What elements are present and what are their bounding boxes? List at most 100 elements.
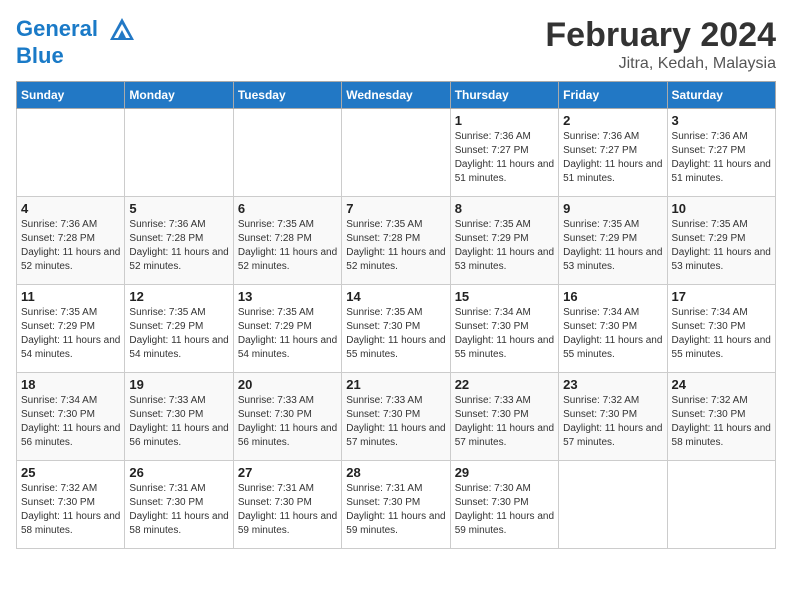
day-info: Sunrise: 7:32 AMSunset: 7:30 PMDaylight:… [672,394,771,450]
logo: General Blue [16,16,136,68]
day-info: Sunrise: 7:34 AMSunset: 7:30 PMDaylight:… [563,306,662,362]
logo-text: General [16,16,136,44]
day-info: Sunrise: 7:35 AMSunset: 7:29 PMDaylight:… [238,306,337,362]
day-info: Sunrise: 7:34 AMSunset: 7:30 PMDaylight:… [21,394,120,450]
day-number: 9 [563,201,662,216]
day-cell [125,109,233,197]
day-info: Sunrise: 7:33 AMSunset: 7:30 PMDaylight:… [455,394,554,450]
day-cell: 28 Sunrise: 7:31 AMSunset: 7:30 PMDayligh… [342,461,450,549]
day-cell: 17 Sunrise: 7:34 AMSunset: 7:30 PMDayligh… [667,285,775,373]
calendar-table: SundayMondayTuesdayWednesdayThursdayFrid… [16,81,776,549]
day-number: 28 [346,465,445,480]
day-number: 11 [21,289,120,304]
weekday-header-monday: Monday [125,82,233,109]
day-number: 12 [129,289,228,304]
day-info: Sunrise: 7:35 AMSunset: 7:29 PMDaylight:… [129,306,228,362]
day-number: 20 [238,377,337,392]
day-cell: 20Sunrise: 7:33 AMSunset: 7:30 PMDayligh… [233,373,341,461]
day-number: 7 [346,201,445,216]
day-cell: 21 Sunrise: 7:33 AMSunset: 7:30 PMDayligh… [342,373,450,461]
day-cell [17,109,125,197]
day-number: 18 [21,377,120,392]
day-info: Sunrise: 7:35 AMSunset: 7:29 PMDaylight:… [672,218,771,274]
day-number: 21 [346,377,445,392]
day-number: 17 [672,289,771,304]
day-info: Sunrise: 7:34 AMSunset: 7:30 PMDaylight:… [455,306,554,362]
week-row-2: 4 Sunrise: 7:36 AMSunset: 7:28 PMDaylight… [17,197,776,285]
day-info: Sunrise: 7:31 AMSunset: 7:30 PMDaylight:… [129,482,228,538]
day-cell: 25 Sunrise: 7:32 AMSunset: 7:30 PMDayligh… [17,461,125,549]
day-cell [342,109,450,197]
day-cell: 18 Sunrise: 7:34 AMSunset: 7:30 PMDayligh… [17,373,125,461]
day-info: Sunrise: 7:33 AMSunset: 7:30 PMDaylight:… [346,394,445,450]
page-header: General Blue February 2024 Jitra, Kedah,… [16,16,776,73]
week-row-4: 18 Sunrise: 7:34 AMSunset: 7:30 PMDayligh… [17,373,776,461]
day-cell: 23Sunrise: 7:32 AMSunset: 7:30 PMDayligh… [559,373,667,461]
day-cell: 7 Sunrise: 7:35 AMSunset: 7:28 PMDaylight… [342,197,450,285]
day-number: 16 [563,289,662,304]
day-number: 3 [672,113,771,128]
logo-icon [108,16,136,44]
day-info: Sunrise: 7:32 AMSunset: 7:30 PMDaylight:… [21,482,120,538]
day-cell: 24 Sunrise: 7:32 AMSunset: 7:30 PMDayligh… [667,373,775,461]
day-info: Sunrise: 7:34 AMSunset: 7:30 PMDaylight:… [672,306,771,362]
day-number: 19 [129,377,228,392]
title-block: February 2024 Jitra, Kedah, Malaysia [545,16,776,73]
day-cell: 10 Sunrise: 7:35 AMSunset: 7:29 PMDayligh… [667,197,775,285]
day-cell: 5Sunrise: 7:36 AMSunset: 7:28 PMDaylight… [125,197,233,285]
day-number: 25 [21,465,120,480]
day-info: Sunrise: 7:36 AMSunset: 7:28 PMDaylight:… [21,218,120,274]
day-cell: 9 Sunrise: 7:35 AMSunset: 7:29 PMDaylight… [559,197,667,285]
day-number: 2 [563,113,662,128]
location: Jitra, Kedah, Malaysia [545,55,776,73]
day-cell: 12 Sunrise: 7:35 AMSunset: 7:29 PMDayligh… [125,285,233,373]
day-cell [559,461,667,549]
day-info: Sunrise: 7:30 AMSunset: 7:30 PMDaylight:… [455,482,554,538]
month-title: February 2024 [545,16,776,55]
day-number: 10 [672,201,771,216]
day-number: 26 [129,465,228,480]
day-number: 24 [672,377,771,392]
day-info: Sunrise: 7:35 AMSunset: 7:29 PMDaylight:… [21,306,120,362]
week-row-5: 25 Sunrise: 7:32 AMSunset: 7:30 PMDayligh… [17,461,776,549]
week-row-3: 11 Sunrise: 7:35 AMSunset: 7:29 PMDayligh… [17,285,776,373]
day-cell: 6 Sunrise: 7:35 AMSunset: 7:28 PMDaylight… [233,197,341,285]
day-cell [233,109,341,197]
day-info: Sunrise: 7:31 AMSunset: 7:30 PMDaylight:… [346,482,445,538]
day-cell: 22 Sunrise: 7:33 AMSunset: 7:30 PMDayligh… [450,373,558,461]
week-row-1: 1Sunrise: 7:36 AMSunset: 7:27 PMDaylight… [17,109,776,197]
logo-blue-text: Blue [16,44,136,68]
day-number: 6 [238,201,337,216]
weekday-header-sunday: Sunday [17,82,125,109]
day-number: 4 [21,201,120,216]
weekday-header-row: SundayMondayTuesdayWednesdayThursdayFrid… [17,82,776,109]
day-info: Sunrise: 7:32 AMSunset: 7:30 PMDaylight:… [563,394,662,450]
weekday-header-wednesday: Wednesday [342,82,450,109]
day-info: Sunrise: 7:31 AMSunset: 7:30 PMDaylight:… [238,482,337,538]
day-cell: 27 Sunrise: 7:31 AMSunset: 7:30 PMDayligh… [233,461,341,549]
day-cell: 13 Sunrise: 7:35 AMSunset: 7:29 PMDayligh… [233,285,341,373]
day-number: 22 [455,377,554,392]
day-cell: 8Sunrise: 7:35 AMSunset: 7:29 PMDaylight… [450,197,558,285]
day-info: Sunrise: 7:36 AMSunset: 7:27 PMDaylight:… [672,130,771,186]
day-info: Sunrise: 7:33 AMSunset: 7:30 PMDaylight:… [129,394,228,450]
day-number: 13 [238,289,337,304]
day-cell: 11 Sunrise: 7:35 AMSunset: 7:29 PMDayligh… [17,285,125,373]
day-info: Sunrise: 7:35 AMSunset: 7:30 PMDaylight:… [346,306,445,362]
day-cell [667,461,775,549]
day-number: 14 [346,289,445,304]
day-cell: 19 Sunrise: 7:33 AMSunset: 7:30 PMDayligh… [125,373,233,461]
day-info: Sunrise: 7:36 AMSunset: 7:27 PMDaylight:… [455,130,554,186]
day-cell: 1Sunrise: 7:36 AMSunset: 7:27 PMDaylight… [450,109,558,197]
day-number: 27 [238,465,337,480]
day-info: Sunrise: 7:35 AMSunset: 7:29 PMDaylight:… [563,218,662,274]
day-cell: 3 Sunrise: 7:36 AMSunset: 7:27 PMDaylight… [667,109,775,197]
day-cell: 29Sunrise: 7:30 AMSunset: 7:30 PMDayligh… [450,461,558,549]
day-info: Sunrise: 7:35 AMSunset: 7:28 PMDaylight:… [238,218,337,274]
day-cell: 26 Sunrise: 7:31 AMSunset: 7:30 PMDayligh… [125,461,233,549]
day-info: Sunrise: 7:35 AMSunset: 7:28 PMDaylight:… [346,218,445,274]
weekday-header-saturday: Saturday [667,82,775,109]
day-number: 8 [455,201,554,216]
day-cell: 16 Sunrise: 7:34 AMSunset: 7:30 PMDayligh… [559,285,667,373]
day-number: 5 [129,201,228,216]
